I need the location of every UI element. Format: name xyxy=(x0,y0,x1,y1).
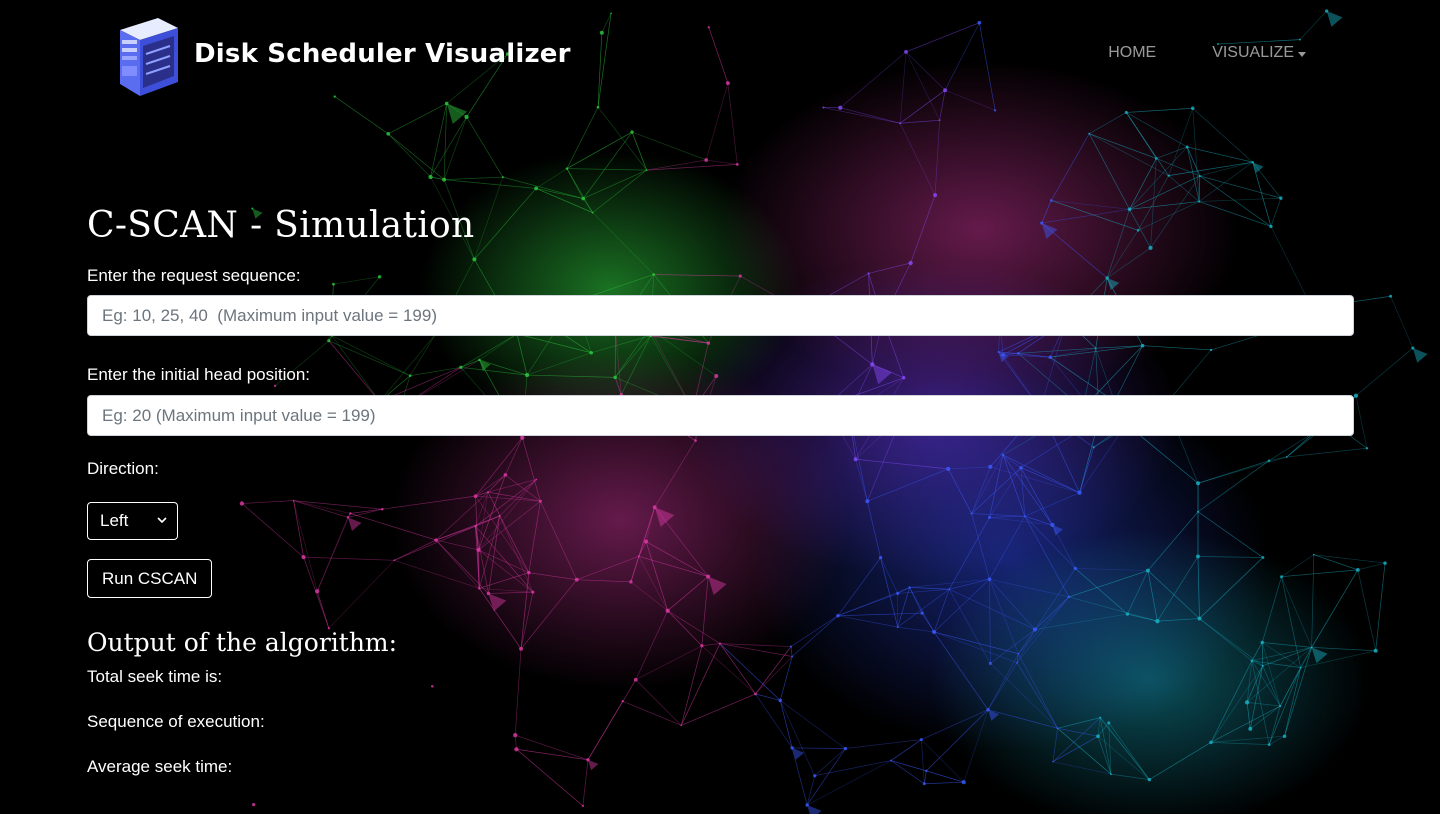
nav-visualize-label: VISUALIZE xyxy=(1212,44,1294,61)
head-position-label: Enter the initial head position: xyxy=(87,365,311,384)
navbar: Disk Scheduler Visualizer HOME VISUALIZE xyxy=(0,0,1440,105)
server-tower-icon xyxy=(120,18,178,96)
average-seek-time: Average seek time: xyxy=(87,757,233,776)
direction-label: Direction: xyxy=(87,459,159,478)
main-content: C-SCAN - Simulation Enter the request se… xyxy=(87,205,1354,777)
direction-selected-value: Left xyxy=(100,511,129,530)
head-position-input[interactable] xyxy=(87,395,1354,436)
nav-home-label: HOME xyxy=(1108,44,1157,61)
chevron-down-icon xyxy=(157,517,167,524)
nav-home-link[interactable]: HOME xyxy=(1108,44,1156,62)
caret-down-icon xyxy=(1298,51,1306,57)
request-sequence-input[interactable] xyxy=(87,295,1354,336)
page: Disk Scheduler Visualizer HOME VISUALIZE… xyxy=(0,0,1440,814)
page-title: C-SCAN - Simulation xyxy=(87,205,475,246)
brand[interactable]: Disk Scheduler Visualizer xyxy=(112,10,571,98)
brand-title: Disk Scheduler Visualizer xyxy=(194,39,571,69)
request-sequence-label: Enter the request sequence: xyxy=(87,266,301,285)
nav-menu: HOME VISUALIZE xyxy=(1108,44,1306,62)
sequence-of-execution: Sequence of execution: xyxy=(87,712,265,731)
total-seek-time: Total seek time is: xyxy=(87,667,223,686)
direction-select[interactable]: Left xyxy=(87,502,178,540)
output-title: Output of the algorithm: xyxy=(87,628,398,657)
run-cscan-button[interactable]: Run CSCAN xyxy=(87,559,213,598)
nav-visualize-dropdown[interactable]: VISUALIZE xyxy=(1212,44,1306,62)
